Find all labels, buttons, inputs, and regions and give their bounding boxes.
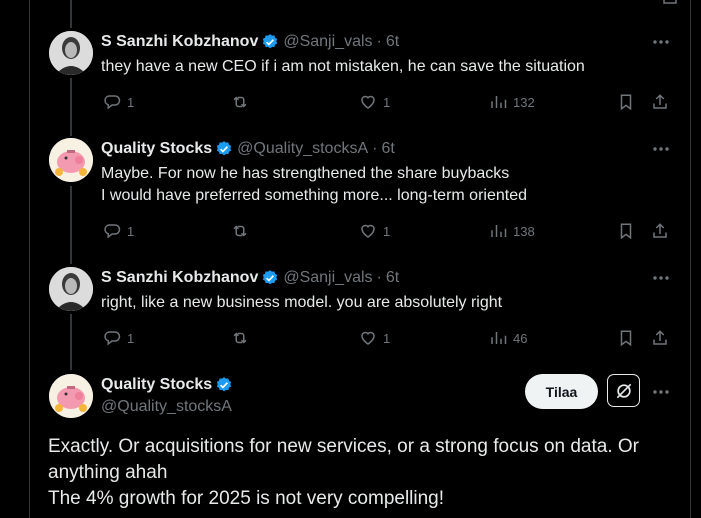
verified-icon[interactable] (215, 376, 233, 394)
views-button[interactable]: 46 (489, 329, 527, 347)
views-button[interactable]: 138 (489, 222, 535, 240)
author-handle[interactable]: @Quality_stocksA (237, 140, 368, 158)
repost-button[interactable] (231, 329, 249, 347)
verified-icon[interactable] (261, 269, 279, 287)
reply-button[interactable]: 1 (103, 93, 134, 111)
reply-count: 1 (127, 223, 135, 239)
post-time[interactable]: 6t (386, 33, 399, 51)
author-name[interactable]: S Sanzhi Kobzhanov (101, 33, 258, 51)
share-icon (653, 330, 667, 345)
post-header: S Sanzhi Kobzhanov @Sanji_vals · 6t (101, 33, 399, 51)
view-count: 132 (513, 94, 535, 110)
repost-icon (233, 225, 247, 237)
author-handle[interactable]: @Quality_stocksA (101, 398, 232, 416)
like-count: 1 (383, 94, 391, 110)
views-icon (491, 96, 507, 108)
thread-line (70, 78, 72, 136)
author-name[interactable]: Quality Stocks (101, 140, 212, 158)
action-bar: 1 1 132 (101, 93, 671, 113)
share-icon[interactable] (661, 0, 679, 6)
like-button[interactable]: 1 (359, 222, 390, 240)
like-icon (361, 224, 375, 238)
view-count: 138 (513, 223, 535, 239)
post-text-line: right, like a new business model. you ar… (101, 294, 503, 311)
bookmark-button[interactable] (617, 93, 635, 111)
separator: · (376, 269, 382, 286)
repost-button[interactable] (231, 222, 249, 240)
reply-icon (104, 331, 121, 346)
post-text: they have a new CEO if i am not mistaken… (101, 56, 585, 78)
like-button[interactable]: 1 (359, 93, 390, 111)
grok-icon (616, 383, 631, 398)
action-bar-partial (101, 0, 677, 8)
view-count: 46 (513, 330, 528, 346)
share-button[interactable] (651, 329, 669, 347)
verified-icon[interactable] (215, 140, 233, 158)
separator: · (372, 140, 378, 157)
share-button[interactable] (651, 93, 669, 111)
more-icon[interactable] (651, 34, 671, 50)
repost-button[interactable] (231, 93, 249, 111)
main-post-text: Exactly. Or acquisitions for new service… (48, 434, 668, 512)
post-time[interactable]: 6t (386, 269, 399, 287)
bookmark-icon (620, 94, 632, 111)
avatar[interactable] (49, 267, 93, 311)
share-icon (653, 94, 667, 109)
views-icon (491, 332, 507, 344)
reply-icon (104, 224, 121, 239)
action-bar: 1 1 138 (101, 222, 671, 242)
reply-button[interactable]: 1 (103, 329, 134, 347)
views-button[interactable]: 132 (489, 93, 535, 111)
reply-count: 1 (127, 94, 135, 110)
views-icon (491, 225, 507, 237)
more-icon[interactable] (651, 141, 671, 157)
bookmark-icon (620, 223, 632, 240)
like-button[interactable]: 1 (359, 329, 390, 347)
repost-icon (233, 96, 247, 108)
like-icon (361, 95, 375, 109)
post-subheader: @Quality_stocksA (101, 398, 232, 416)
author-name[interactable]: Quality Stocks (101, 376, 212, 394)
reply-count: 1 (127, 330, 135, 346)
more-icon[interactable] (651, 384, 671, 400)
bookmark-icon (620, 330, 632, 347)
post-text-line: they have a new CEO if i am not mistaken… (101, 58, 585, 75)
author-handle[interactable]: @Sanji_vals (283, 33, 372, 51)
post-header: Quality Stocks @Quality_stocksA · 6t (101, 140, 395, 158)
thread-line (70, 0, 72, 28)
avatar[interactable] (49, 374, 93, 418)
like-count: 1 (383, 223, 391, 239)
like-icon (361, 331, 375, 345)
reply-button[interactable]: 1 (103, 222, 134, 240)
post-text: Maybe. For now he has strengthened the s… (101, 163, 527, 207)
subscribe-button[interactable]: Tilaa (525, 374, 598, 409)
post-text-line: The 4% growth for 2025 is not very compe… (48, 488, 445, 509)
post-text-line: I would have preferred something more...… (101, 187, 527, 204)
post-time[interactable]: 6t (381, 140, 394, 158)
post-text-line: Maybe. For now he has strengthened the s… (101, 165, 510, 182)
verified-icon[interactable] (261, 33, 279, 51)
share-icon (653, 223, 667, 238)
more-icon[interactable] (651, 270, 671, 286)
bookmark-button[interactable] (617, 222, 635, 240)
author-name[interactable]: S Sanzhi Kobzhanov (101, 269, 258, 287)
avatar[interactable] (49, 138, 93, 182)
thread-line (70, 186, 72, 264)
action-bar: 1 1 46 (101, 329, 671, 349)
post-header: Quality Stocks (101, 376, 237, 394)
author-handle[interactable]: @Sanji_vals (283, 269, 372, 287)
like-count: 1 (383, 330, 391, 346)
post-text: right, like a new business model. you ar… (101, 292, 502, 314)
reply-icon (104, 95, 121, 110)
avatar[interactable] (49, 31, 93, 75)
thread-line (70, 314, 72, 370)
separator: · (376, 33, 382, 50)
bookmark-button[interactable] (617, 329, 635, 347)
grok-button[interactable] (607, 374, 640, 407)
post-header: S Sanzhi Kobzhanov @Sanji_vals · 6t (101, 269, 399, 287)
repost-icon (233, 332, 247, 344)
post-text-line: anything ahah (48, 462, 168, 483)
share-button[interactable] (651, 222, 669, 240)
post-text-line: Exactly. Or acquisitions for new service… (48, 436, 640, 457)
